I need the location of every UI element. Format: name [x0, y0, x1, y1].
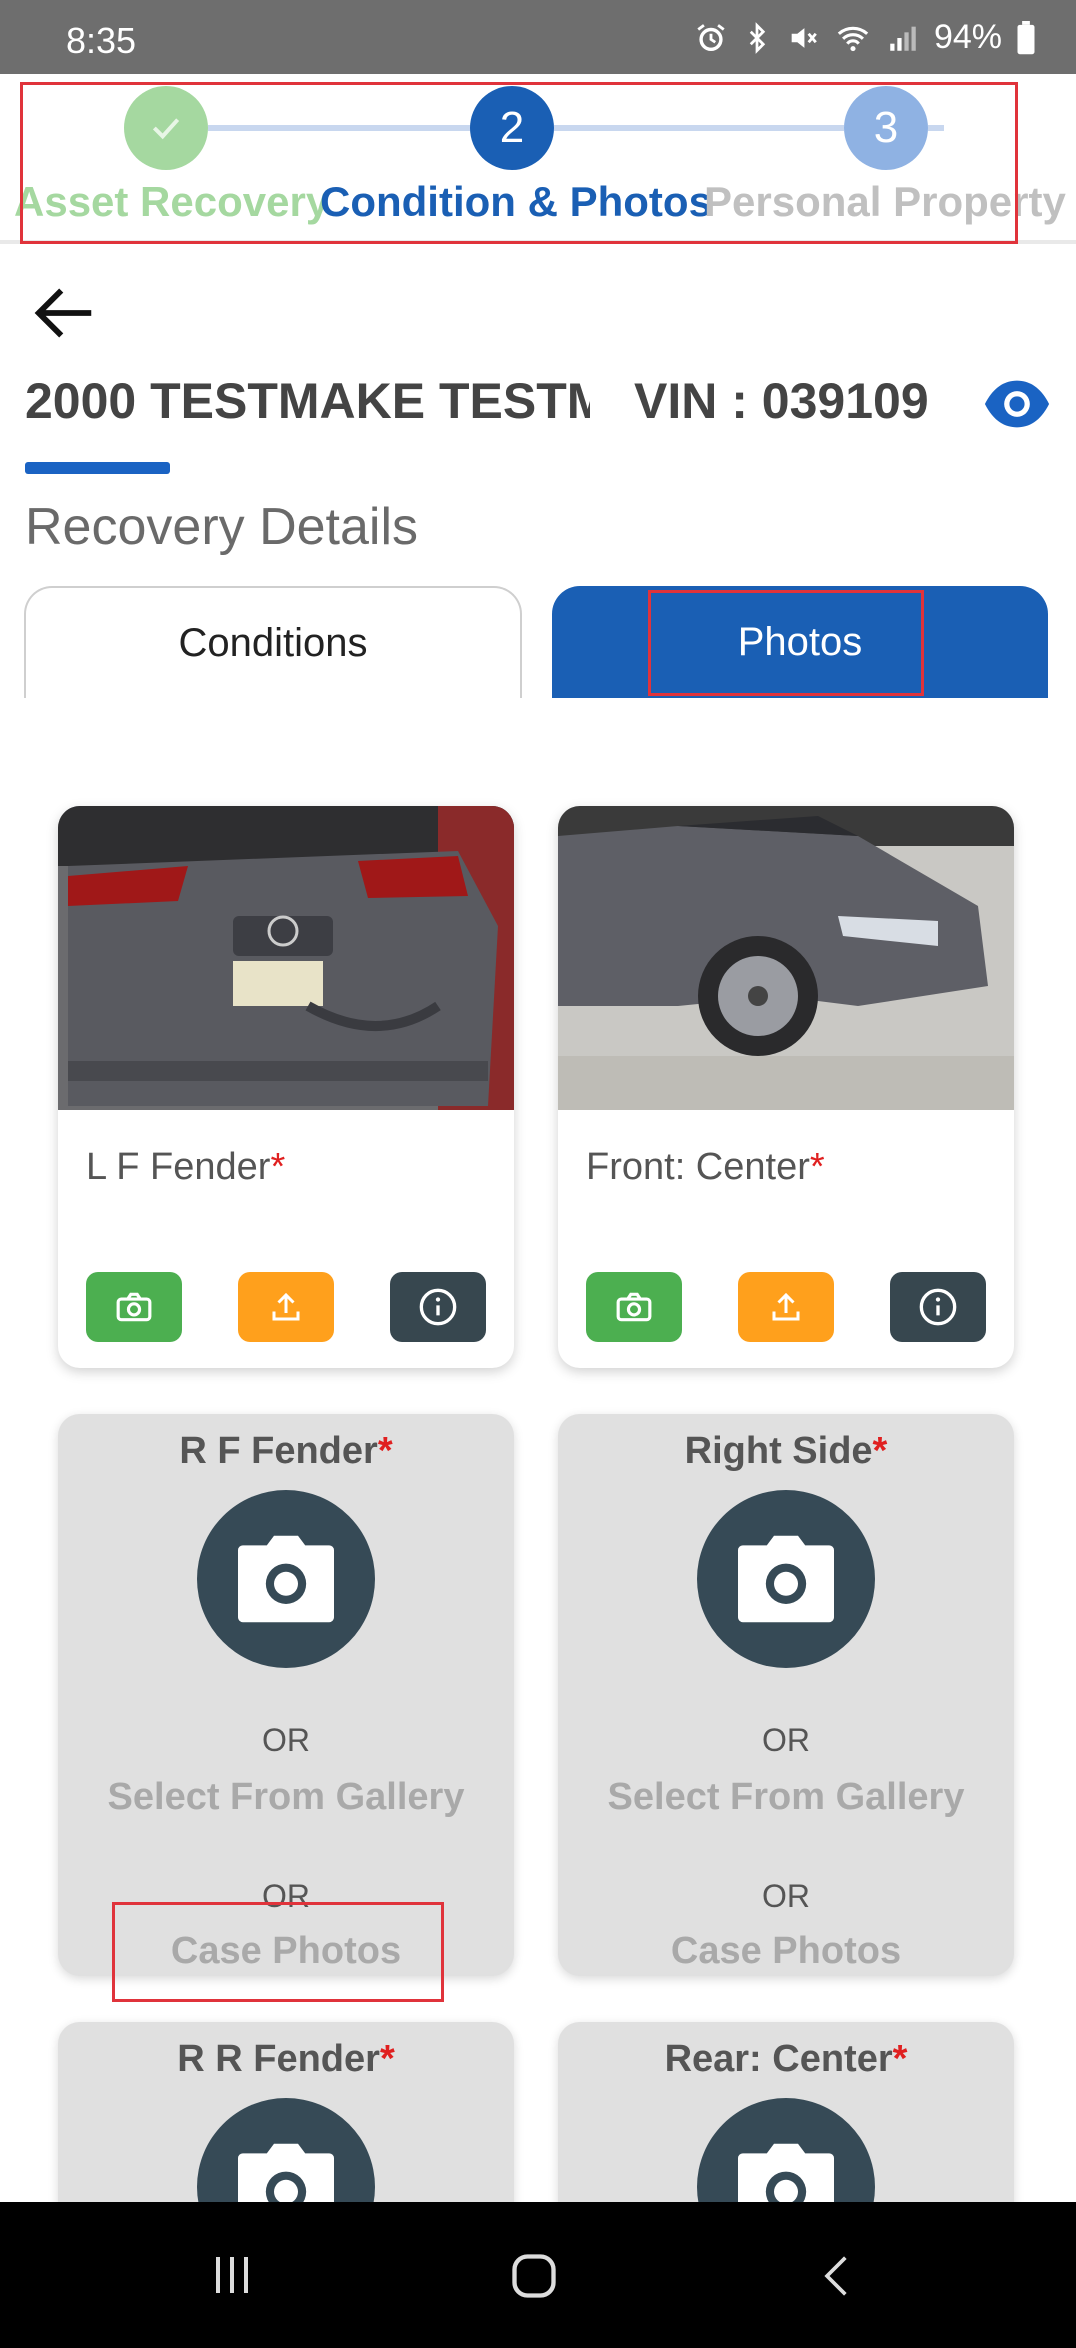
title-underline: [25, 462, 170, 474]
photo-card-actions: [86, 1272, 486, 1342]
photo-card: L F Fender*: [58, 806, 514, 1368]
tab-conditions[interactable]: Conditions: [24, 586, 522, 698]
empty-photo-card: R F Fender* OR Select From Gallery OR Ca…: [58, 1414, 514, 1976]
home-button[interactable]: [508, 2250, 560, 2307]
vehicle-photo-rear[interactable]: [58, 806, 514, 1110]
vehicle-title: 2000 TESTMAKE TESTMODEL: [25, 373, 590, 429]
recent-apps-icon: [216, 2257, 248, 2293]
upload-icon: [772, 1292, 800, 1321]
or-text: OR: [262, 1722, 310, 1758]
system-nav-bar: [0, 2202, 1076, 2348]
mute-icon: [791, 27, 817, 48]
info-button[interactable]: [390, 1272, 486, 1342]
status-icons: 94%: [694, 18, 1036, 57]
arrow-left-icon: [34, 288, 92, 338]
empty-card-title: Right Side*: [684, 1430, 888, 1472]
upload-icon: [272, 1292, 300, 1321]
vin-label: VIN : 039109: [634, 373, 929, 429]
info-button[interactable]: [890, 1272, 986, 1342]
upload-button[interactable]: [238, 1272, 334, 1342]
empty-photo-card: Right Side* OR Select From Gallery OR Ca…: [558, 1414, 1014, 1976]
or-text: OR: [762, 1722, 810, 1758]
vehicle-photo-front[interactable]: [558, 806, 1014, 1110]
photo-card-actions: [586, 1272, 986, 1342]
empty-card-title: R F Fender*: [179, 1430, 393, 1472]
empty-card-title: Rear: Center*: [664, 2038, 908, 2080]
camera-icon: [738, 1535, 834, 1623]
photo-card-label: Front: Center*: [586, 1146, 825, 1188]
chevron-left-icon: [824, 2256, 847, 2296]
home-icon: [512, 2254, 556, 2298]
eye-icon[interactable]: [982, 376, 1052, 432]
signal-icon: [890, 26, 916, 51]
photo-card-label: L F Fender*: [86, 1146, 286, 1188]
annotation-highlight: [20, 82, 1018, 244]
battery-icon: [1017, 20, 1035, 54]
battery-percent: 94%: [933, 18, 1002, 56]
tab-conditions-label: Conditions: [178, 620, 368, 665]
select-from-gallery-link[interactable]: Select From Gallery: [58, 1776, 514, 1819]
wifi-icon: [837, 26, 869, 51]
upload-button[interactable]: [738, 1272, 834, 1342]
case-photos-link[interactable]: Case Photos: [558, 1930, 1014, 1973]
take-photo-button[interactable]: [586, 1272, 682, 1342]
or-text: OR: [762, 1878, 810, 1914]
take-photo-button[interactable]: [197, 1490, 375, 1668]
alarm-icon: [697, 23, 725, 51]
annotation-highlight: [648, 590, 924, 696]
recent-apps-button[interactable]: [208, 2250, 256, 2305]
camera-icon: [116, 1292, 152, 1322]
camera-icon: [238, 1535, 334, 1623]
annotation-highlight: [112, 1902, 444, 2002]
bluetooth-icon: [749, 21, 766, 54]
take-photo-button[interactable]: [86, 1272, 182, 1342]
empty-card-title: R R Fender*: [177, 2038, 395, 2080]
section-title: Recovery Details: [25, 498, 419, 556]
info-icon: [919, 1288, 957, 1326]
back-button[interactable]: [30, 278, 110, 348]
take-photo-button[interactable]: [697, 1490, 875, 1668]
progress-stepper: 2 3 Asset Recovery Condition & Photos Pe…: [0, 74, 1076, 244]
status-bar: 8:35 94%: [0, 0, 1076, 74]
status-time: 8:35: [66, 20, 137, 61]
photo-card: Front: Center*: [558, 806, 1014, 1368]
info-icon: [419, 1288, 457, 1326]
camera-icon: [616, 1292, 652, 1322]
select-from-gallery-link[interactable]: Select From Gallery: [558, 1776, 1014, 1819]
system-back-button[interactable]: [816, 2250, 860, 2307]
